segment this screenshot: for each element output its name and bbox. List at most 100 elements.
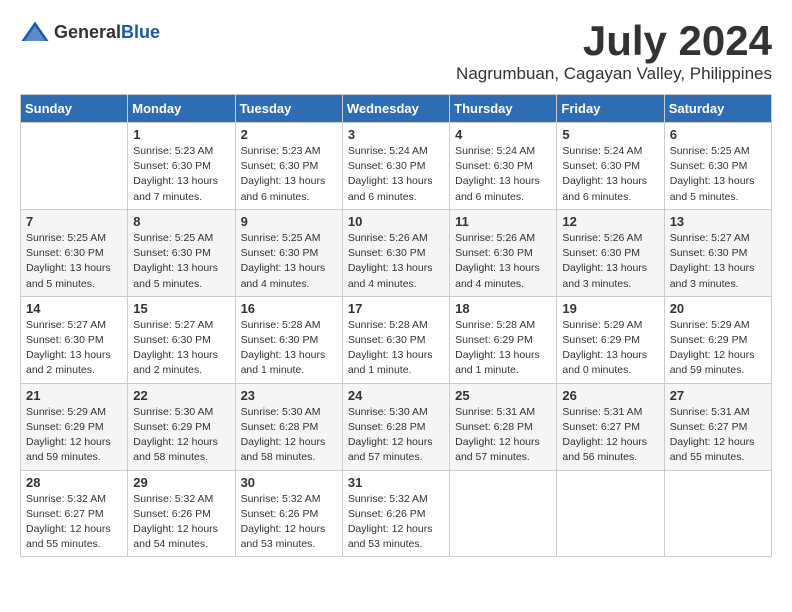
calendar-cell: 18Sunrise: 5:28 AM Sunset: 6:29 PM Dayli… bbox=[450, 296, 557, 383]
calendar-cell: 12 Sunrise: 5:26 AM Sunset: 6:30 PM Dayli… bbox=[557, 209, 664, 296]
day-info: Sunrise: 5:30 AM Sunset: 6:29 PM Dayligh… bbox=[133, 405, 229, 466]
calendar-cell bbox=[664, 470, 771, 557]
day-info: Sunrise: 5:24 AM Sunset: 6:30 PM Dayligh… bbox=[455, 144, 551, 205]
day-number: 2 bbox=[241, 127, 337, 142]
day-number: 7 bbox=[26, 214, 122, 229]
day-number: 10 bbox=[348, 214, 444, 229]
calendar-cell: 10 Sunrise: 5:26 AM Sunset: 6:30 PM Dayli… bbox=[342, 209, 449, 296]
calendar-cell: 30 Sunrise: 5:32 AM Sunset: 6:26 PM Dayli… bbox=[235, 470, 342, 557]
calendar-cell: 2 Sunrise: 5:23 AM Sunset: 6:30 PM Daylig… bbox=[235, 123, 342, 210]
day-info: Sunrise: 5:31 AM Sunset: 6:28 PM Dayligh… bbox=[455, 405, 551, 466]
day-info: Sunrise: 5:24 AM Sunset: 6:30 PM Dayligh… bbox=[348, 144, 444, 205]
day-info: Sunrise: 5:25 AM Sunset: 6:30 PM Dayligh… bbox=[670, 144, 766, 205]
day-info: Sunrise: 5:26 AM Sunset: 6:30 PM Dayligh… bbox=[455, 231, 551, 292]
day-info: Sunrise: 5:29 AM Sunset: 6:29 PM Dayligh… bbox=[26, 405, 122, 466]
calendar-header-tuesday: Tuesday bbox=[235, 95, 342, 123]
day-info: Sunrise: 5:30 AM Sunset: 6:28 PM Dayligh… bbox=[241, 405, 337, 466]
day-number: 1 bbox=[133, 127, 229, 142]
calendar-cell: 8Sunrise: 5:25 AM Sunset: 6:30 PM Daylig… bbox=[128, 209, 235, 296]
day-number: 28 bbox=[26, 475, 122, 490]
calendar-header-saturday: Saturday bbox=[664, 95, 771, 123]
calendar-cell: 24 Sunrise: 5:30 AM Sunset: 6:28 PM Dayli… bbox=[342, 383, 449, 470]
day-number: 23 bbox=[241, 388, 337, 403]
calendar-cell: 23 Sunrise: 5:30 AM Sunset: 6:28 PM Dayli… bbox=[235, 383, 342, 470]
calendar-cell: 7 Sunrise: 5:25 AM Sunset: 6:30 PM Daylig… bbox=[21, 209, 128, 296]
day-number: 13 bbox=[670, 214, 766, 229]
day-info: Sunrise: 5:24 AM Sunset: 6:30 PM Dayligh… bbox=[562, 144, 658, 205]
calendar-header-row: SundayMondayTuesdayWednesdayThursdayFrid… bbox=[21, 95, 772, 123]
day-info: Sunrise: 5:26 AM Sunset: 6:30 PM Dayligh… bbox=[562, 231, 658, 292]
day-number: 6 bbox=[670, 127, 766, 142]
calendar-cell: 20 Sunrise: 5:29 AM Sunset: 6:29 PM Dayli… bbox=[664, 296, 771, 383]
logo-icon bbox=[20, 20, 50, 44]
day-info: Sunrise: 5:25 AM Sunset: 6:30 PM Dayligh… bbox=[26, 231, 122, 292]
day-number: 4 bbox=[455, 127, 551, 142]
calendar-cell: 22 Sunrise: 5:30 AM Sunset: 6:29 PM Dayli… bbox=[128, 383, 235, 470]
day-number: 20 bbox=[670, 301, 766, 316]
day-info: Sunrise: 5:31 AM Sunset: 6:27 PM Dayligh… bbox=[562, 405, 658, 466]
calendar-header-sunday: Sunday bbox=[21, 95, 128, 123]
calendar-cell bbox=[557, 470, 664, 557]
day-number: 16 bbox=[241, 301, 337, 316]
day-info: Sunrise: 5:29 AM Sunset: 6:29 PM Dayligh… bbox=[670, 318, 766, 379]
calendar-week-row: 1 Sunrise: 5:23 AM Sunset: 6:30 PM Daylig… bbox=[21, 123, 772, 210]
calendar-cell: 28 Sunrise: 5:32 AM Sunset: 6:27 PM Dayli… bbox=[21, 470, 128, 557]
day-number: 9 bbox=[241, 214, 337, 229]
day-info: Sunrise: 5:30 AM Sunset: 6:28 PM Dayligh… bbox=[348, 405, 444, 466]
calendar-header-friday: Friday bbox=[557, 95, 664, 123]
day-number: 22 bbox=[133, 388, 229, 403]
day-number: 30 bbox=[241, 475, 337, 490]
calendar-header-wednesday: Wednesday bbox=[342, 95, 449, 123]
day-number: 19 bbox=[562, 301, 658, 316]
day-number: 31 bbox=[348, 475, 444, 490]
day-number: 21 bbox=[26, 388, 122, 403]
day-number: 29 bbox=[133, 475, 229, 490]
calendar-cell: 4 Sunrise: 5:24 AM Sunset: 6:30 PM Daylig… bbox=[450, 123, 557, 210]
day-number: 18 bbox=[455, 301, 551, 316]
day-info: Sunrise: 5:28 AM Sunset: 6:30 PM Dayligh… bbox=[348, 318, 444, 379]
day-info: Sunrise: 5:26 AM Sunset: 6:30 PM Dayligh… bbox=[348, 231, 444, 292]
day-info: Sunrise: 5:32 AM Sunset: 6:26 PM Dayligh… bbox=[241, 492, 337, 553]
calendar-cell: 17 Sunrise: 5:28 AM Sunset: 6:30 PM Dayli… bbox=[342, 296, 449, 383]
day-info: Sunrise: 5:28 AM Sunset: 6:30 PM Dayligh… bbox=[241, 318, 337, 379]
calendar-week-row: 28 Sunrise: 5:32 AM Sunset: 6:27 PM Dayli… bbox=[21, 470, 772, 557]
month-title: July 2024 bbox=[456, 20, 772, 62]
day-number: 17 bbox=[348, 301, 444, 316]
calendar-cell: 26 Sunrise: 5:31 AM Sunset: 6:27 PM Dayli… bbox=[557, 383, 664, 470]
calendar-cell: 1 Sunrise: 5:23 AM Sunset: 6:30 PM Daylig… bbox=[128, 123, 235, 210]
day-number: 24 bbox=[348, 388, 444, 403]
day-number: 25 bbox=[455, 388, 551, 403]
calendar-cell: 11 Sunrise: 5:26 AM Sunset: 6:30 PM Dayli… bbox=[450, 209, 557, 296]
calendar-cell: 14Sunrise: 5:27 AM Sunset: 6:30 PM Dayli… bbox=[21, 296, 128, 383]
day-info: Sunrise: 5:31 AM Sunset: 6:27 PM Dayligh… bbox=[670, 405, 766, 466]
calendar-cell: 29 Sunrise: 5:32 AM Sunset: 6:26 PM Dayli… bbox=[128, 470, 235, 557]
day-number: 12 bbox=[562, 214, 658, 229]
day-info: Sunrise: 5:27 AM Sunset: 6:30 PM Dayligh… bbox=[133, 318, 229, 379]
location-title: Nagrumbuan, Cagayan Valley, Philippines bbox=[456, 64, 772, 84]
day-info: Sunrise: 5:32 AM Sunset: 6:27 PM Dayligh… bbox=[26, 492, 122, 553]
day-info: Sunrise: 5:32 AM Sunset: 6:26 PM Dayligh… bbox=[133, 492, 229, 553]
day-number: 27 bbox=[670, 388, 766, 403]
day-info: Sunrise: 5:23 AM Sunset: 6:30 PM Dayligh… bbox=[241, 144, 337, 205]
day-number: 11 bbox=[455, 214, 551, 229]
day-number: 15 bbox=[133, 301, 229, 316]
calendar-cell bbox=[21, 123, 128, 210]
logo-text-blue: Blue bbox=[121, 22, 160, 42]
logo: GeneralBlue bbox=[20, 20, 160, 44]
day-number: 26 bbox=[562, 388, 658, 403]
day-info: Sunrise: 5:27 AM Sunset: 6:30 PM Dayligh… bbox=[26, 318, 122, 379]
day-info: Sunrise: 5:27 AM Sunset: 6:30 PM Dayligh… bbox=[670, 231, 766, 292]
calendar-cell: 25 Sunrise: 5:31 AM Sunset: 6:28 PM Dayli… bbox=[450, 383, 557, 470]
calendar-cell: 13 Sunrise: 5:27 AM Sunset: 6:30 PM Dayli… bbox=[664, 209, 771, 296]
calendar-cell: 3 Sunrise: 5:24 AM Sunset: 6:30 PM Daylig… bbox=[342, 123, 449, 210]
day-info: Sunrise: 5:23 AM Sunset: 6:30 PM Dayligh… bbox=[133, 144, 229, 205]
calendar-cell: 27 Sunrise: 5:31 AM Sunset: 6:27 PM Dayli… bbox=[664, 383, 771, 470]
day-number: 3 bbox=[348, 127, 444, 142]
day-number: 8 bbox=[133, 214, 229, 229]
calendar-header-monday: Monday bbox=[128, 95, 235, 123]
day-info: Sunrise: 5:32 AM Sunset: 6:26 PM Dayligh… bbox=[348, 492, 444, 553]
calendar-cell: 6 Sunrise: 5:25 AM Sunset: 6:30 PM Daylig… bbox=[664, 123, 771, 210]
day-number: 5 bbox=[562, 127, 658, 142]
calendar-week-row: 14Sunrise: 5:27 AM Sunset: 6:30 PM Dayli… bbox=[21, 296, 772, 383]
calendar-week-row: 21 Sunrise: 5:29 AM Sunset: 6:29 PM Dayli… bbox=[21, 383, 772, 470]
